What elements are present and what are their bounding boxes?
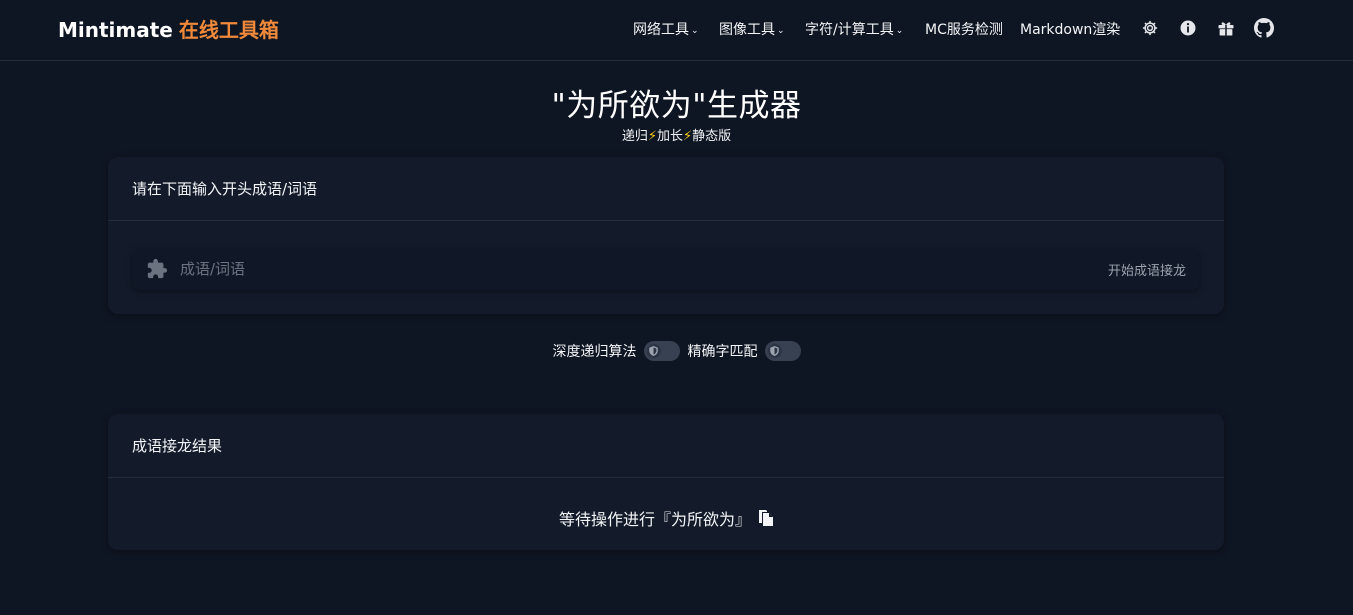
nav-item-label: 字符/计算工具	[805, 22, 894, 38]
brand-name: Mintimate	[58, 18, 173, 42]
brand-logo[interactable]: Mintimate 在线工具箱	[58, 14, 279, 43]
github-icon[interactable]	[1254, 18, 1274, 38]
toggle-knob	[646, 344, 661, 358]
result-text: 等待操作进行『为所欲为』	[558, 510, 751, 529]
puzzle-icon	[146, 258, 168, 284]
result-card-heading: 成语接龙结果	[108, 414, 1224, 478]
lightning-icon: ⚡	[683, 129, 693, 144]
input-card: 请在下面输入开头成语/词语 开始成语接龙	[108, 157, 1224, 314]
copy-icon[interactable]	[759, 510, 773, 530]
gift-icon[interactable]	[1216, 18, 1236, 38]
input-card-heading: 请在下面输入开头成语/词语	[108, 157, 1224, 221]
toggle-label: 精确字匹配	[687, 344, 758, 360]
page-header: "为所欲为"生成器 递归⚡加长⚡静态版	[0, 80, 1353, 144]
subtitle-part-static: 静态版	[692, 129, 732, 144]
lightning-icon: ⚡	[647, 129, 657, 144]
subtitle-part-recursive: 递归	[621, 129, 648, 144]
nav-item-label: 图像工具	[719, 22, 775, 38]
gear-icon[interactable]	[1140, 18, 1160, 38]
page-subtitle: 递归⚡加长⚡静态版	[0, 125, 1353, 144]
toggle-label: 深度递归算法	[552, 344, 637, 360]
info-icon[interactable]	[1178, 18, 1198, 38]
chevron-down-icon: ⌄	[691, 26, 699, 36]
nav-item-image-tools[interactable]: 图像工具 ⌄	[719, 19, 785, 39]
nav-item-text-calc-tools[interactable]: 字符/计算工具 ⌄	[805, 19, 903, 39]
chevron-down-icon: ⌄	[777, 26, 785, 36]
exact-match-option: 精确字匹配	[688, 341, 801, 361]
brand-suffix: 在线工具箱	[178, 18, 279, 42]
result-output: 等待操作进行『为所欲为』	[108, 506, 1224, 530]
nav-item-network-tools[interactable]: 网络工具 ⌄	[633, 19, 699, 39]
subtitle-part-lengthen: 加长	[656, 129, 683, 144]
deep-recursion-toggle[interactable]	[643, 341, 680, 361]
nav-item-label: 网络工具	[633, 22, 689, 38]
navbar: Mintimate 在线工具箱 网络工具 ⌄ 图像工具 ⌄ 字符/计算工具 ⌄ MC服务…	[0, 0, 1353, 61]
deep-recursion-option: 深度递归算法	[553, 341, 680, 361]
toggle-knob	[767, 344, 782, 358]
result-card: 成语接龙结果 等待操作进行『为所欲为』	[108, 414, 1224, 550]
start-chain-button[interactable]: 开始成语接龙	[1108, 260, 1186, 279]
idiom-input[interactable]	[180, 256, 1080, 282]
nav-item-markdown-render[interactable]: Markdown渲染	[1020, 19, 1120, 39]
nav-item-label: Markdown渲染	[1020, 22, 1121, 38]
exact-match-toggle[interactable]	[764, 341, 801, 361]
nav-item-label: MC服务检测	[925, 22, 1003, 38]
page-title: "为所欲为"生成器	[551, 88, 802, 124]
chevron-down-icon: ⌄	[895, 26, 904, 36]
nav-item-mc-server-check[interactable]: MC服务检测	[925, 19, 1003, 39]
options-row: 深度递归算法 精确字匹配	[0, 341, 1353, 361]
idiom-input-group: 开始成语接龙	[132, 248, 1200, 290]
